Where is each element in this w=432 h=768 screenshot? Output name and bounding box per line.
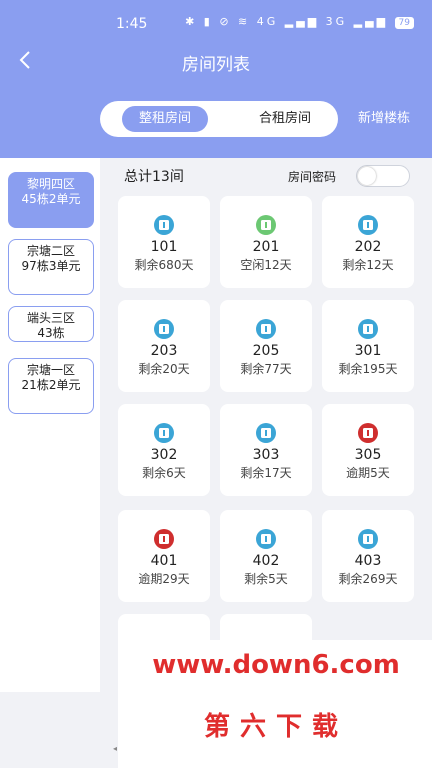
room-status: 剩余20天 [138,362,190,376]
room-status: 剩余12天 [342,258,394,272]
room-number: 401 [150,553,178,569]
sidebar-building-0[interactable]: 黎明四区 45栋2单元 [8,172,94,228]
room-card[interactable]: 303 剩余17天 [220,404,312,496]
tab-whole-rent[interactable]: 整租房间 [122,106,208,132]
room-status: 剩余6天 [142,466,186,480]
room-status: 逾期29天 [138,572,190,586]
rental-type-switch: 整租房间 合租房间 [100,101,338,137]
room-status: 剩余77天 [240,362,292,376]
room-card[interactable]: 203 剩余20天 [118,300,210,392]
door-lock-icon [256,319,276,339]
room-number: 301 [354,343,382,359]
sidebar-building-3[interactable]: 宗塘一区 21栋2单元 [8,358,94,414]
room-card[interactable]: 305 逾期5天 [322,404,414,496]
signal-icons: ✱ ▮ ⊘ ≋ 4G ▂▄▆ 3G ▂▄▆ [185,15,389,28]
room-card[interactable]: 205 剩余77天 [220,300,312,392]
room-card[interactable]: 101 剩余680天 [118,196,210,288]
room-status: 剩余680天 [134,258,194,272]
door-lock-icon [358,423,378,443]
status-bar: 1:45 ✱ ▮ ⊘ ≋ 4G ▂▄▆ 3G ▂▄▆ 79 [0,0,432,46]
room-status: 逾期5天 [346,466,390,480]
room-card[interactable]: 301 剩余195天 [322,300,414,392]
tab-shared-rent[interactable]: 合租房间 [242,106,328,132]
toggle-knob [358,167,376,185]
sidebar-building-1[interactable]: 宗塘二区 97栋3单元 [8,239,94,295]
room-number: 402 [252,553,280,569]
door-lock-icon [154,319,174,339]
door-lock-icon [256,215,276,235]
battery-icon: 79 [394,17,414,29]
room-status: 剩余195天 [338,362,398,376]
room-card[interactable]: 201 空闲12天 [220,196,312,288]
room-number: 202 [354,239,382,255]
room-number: 203 [150,343,178,359]
room-status: 剩余17天 [240,466,292,480]
add-building-button[interactable]: 新增楼栋 [358,107,410,126]
room-number: 205 [252,343,280,359]
page-title: 房间列表 [182,55,250,75]
sidebar-building-2[interactable]: 端头三区 43栋 [8,306,94,342]
room-password-toggle[interactable] [356,165,410,187]
door-lock-icon [154,215,174,235]
room-card[interactable]: 302 剩余6天 [118,404,210,496]
door-lock-icon [154,529,174,549]
room-card[interactable]: 403 剩余269天 [322,510,414,602]
room-number: 302 [150,447,178,463]
door-lock-icon [256,529,276,549]
door-lock-icon [358,529,378,549]
room-number: 305 [354,447,382,463]
header-bar: 1:45 ✱ ▮ ⊘ ≋ 4G ▂▄▆ 3G ▂▄▆ 79 房间列表 整租房间 … [0,0,432,158]
room-status: 剩余5天 [244,572,288,586]
status-time: 1:45 [116,16,148,32]
room-number: 403 [354,553,382,569]
room-number: 201 [252,239,280,255]
room-status: 剩余269天 [338,572,398,586]
room-total: 总计13间 [124,169,184,185]
room-number: 101 [150,239,178,255]
door-lock-icon [154,423,174,443]
watermark-name: 第六下载 [203,712,348,742]
room-number: 303 [252,447,280,463]
room-card[interactable]: 401 逾期29天 [118,510,210,602]
room-password-label: 房间密码 [288,170,337,184]
door-lock-icon [358,319,378,339]
room-card[interactable]: 202 剩余12天 [322,196,414,288]
status-icons: ✱ ▮ ⊘ ≋ 4G ▂▄▆ 3G ▂▄▆ 79 [185,15,414,29]
room-status: 空闲12天 [240,258,292,272]
door-lock-icon [358,215,378,235]
door-lock-icon [256,423,276,443]
room-card[interactable]: 402 剩余5天 [220,510,312,602]
watermark-url: www.down6.com [152,650,400,680]
nav-back-indicator: ◂ [113,744,118,753]
